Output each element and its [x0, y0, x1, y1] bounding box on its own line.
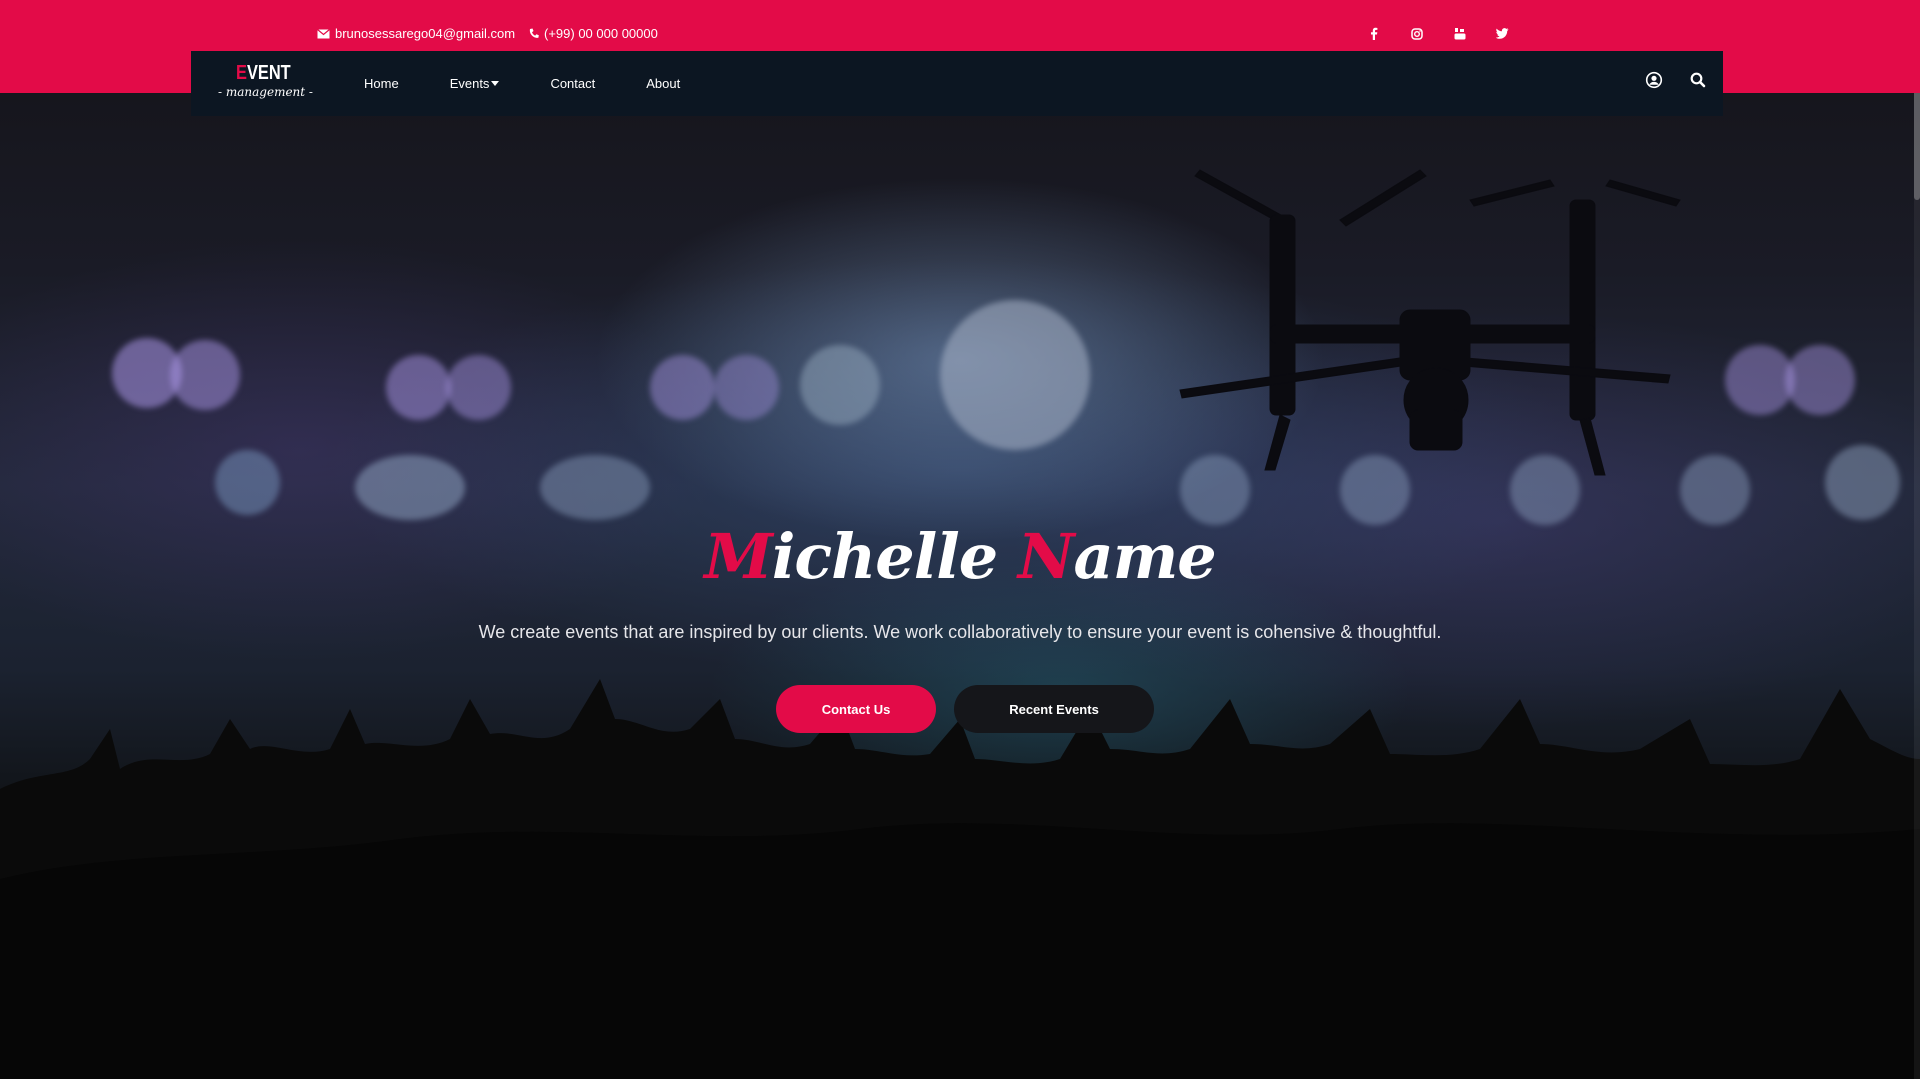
bokeh-light [1785, 345, 1855, 415]
social-links [1365, 25, 1511, 42]
email-text: brunosessarego04@gmail.com [335, 26, 516, 41]
bokeh-light [1825, 445, 1900, 520]
user-account-icon[interactable] [1645, 71, 1663, 89]
logo-subtitle: - management - [218, 85, 313, 99]
main-navbar: EVENT - management - Home Events Contact… [191, 51, 1723, 116]
email-link[interactable]: brunosessarego04@gmail.com [317, 26, 515, 41]
bokeh-light [940, 300, 1090, 450]
bokeh-light [714, 355, 779, 420]
recent-events-button[interactable]: Recent Events [954, 685, 1154, 733]
nav-links: Home Events Contact About [364, 51, 731, 116]
facebook-icon[interactable] [1365, 25, 1382, 42]
caret-down-icon [491, 81, 500, 86]
bokeh-light [355, 455, 465, 520]
phone-link[interactable]: (+99) 00 000 00000 [529, 26, 658, 41]
bokeh-light [446, 355, 511, 420]
drone-silhouette [1179, 169, 1681, 476]
phone-text: (+99) 00 000 00000 [544, 26, 658, 41]
youtube-icon[interactable] [1451, 25, 1468, 42]
phone-icon [529, 28, 539, 38]
contact-us-button[interactable]: Contact Us [776, 685, 936, 733]
bokeh-light [1680, 455, 1750, 525]
twitter-icon[interactable] [1494, 25, 1511, 42]
bokeh-light [800, 345, 880, 425]
hero-subtitle: We create events that are inspired by ou… [478, 622, 1442, 642]
bokeh-light [540, 455, 650, 520]
bokeh-light [386, 355, 451, 420]
hero-title: Michelle Name [704, 520, 1217, 593]
nav-about[interactable]: About [646, 76, 680, 91]
logo-wordmark: EVENT [236, 62, 291, 84]
envelope-icon [317, 28, 330, 38]
search-icon[interactable] [1689, 71, 1707, 89]
bokeh-light [215, 450, 280, 515]
nav-home[interactable]: Home [364, 76, 399, 91]
nav-actions [1645, 71, 1707, 89]
bokeh-light [650, 355, 715, 420]
nav-events-dropdown[interactable]: Events [450, 76, 500, 91]
event-management-logo[interactable]: EVENT - management - [218, 62, 318, 104]
nav-contact[interactable]: Contact [550, 76, 595, 91]
instagram-icon[interactable] [1408, 25, 1425, 42]
bokeh-light [170, 340, 240, 410]
